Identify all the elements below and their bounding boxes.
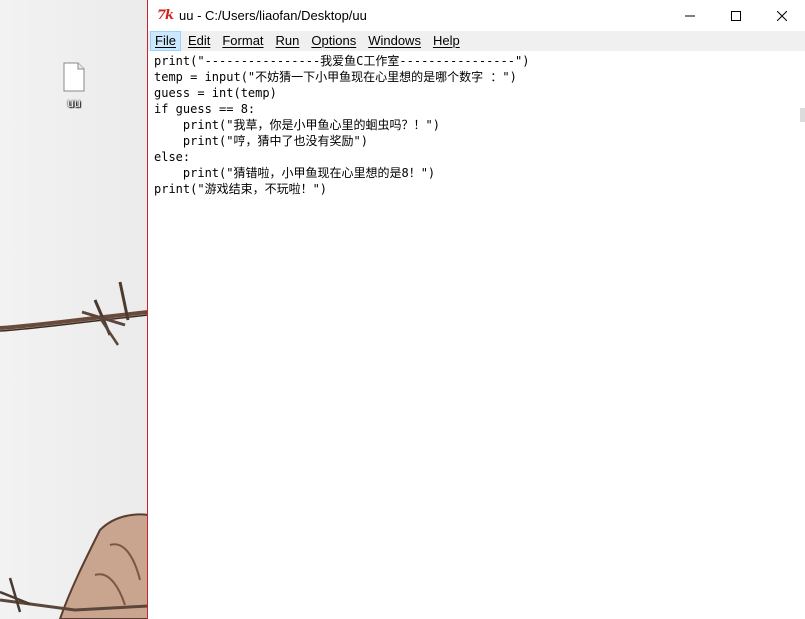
- menu-bar: File Edit Format Run Options Windows Hel…: [148, 31, 805, 51]
- maximize-button[interactable]: [713, 0, 759, 31]
- vertical-scrollbar[interactable]: [800, 108, 805, 122]
- code-line-1[interactable]: print("----------------我爱鱼C工作室----------…: [154, 53, 529, 69]
- code-line-9[interactable]: print("游戏结束，不玩啦！"): [154, 181, 327, 197]
- window-controls: [667, 0, 805, 31]
- menu-help[interactable]: Help: [428, 31, 465, 51]
- menu-edit[interactable]: Edit: [183, 31, 215, 51]
- menu-run[interactable]: Run: [271, 31, 305, 51]
- code-line-2[interactable]: temp = input("不妨猜一下小甲鱼现在心里想的是哪个数字 ："): [154, 69, 517, 85]
- desktop-file-label: uu: [67, 96, 81, 110]
- minimize-icon: [685, 15, 695, 16]
- idle-editor-window: 7k uu - C:/Users/liaofan/Desktop/uu File…: [147, 0, 805, 619]
- text-file-icon: [63, 62, 85, 92]
- maximize-icon: [731, 10, 741, 21]
- code-line-3[interactable]: guess = int(temp): [154, 85, 277, 101]
- code-line-4[interactable]: if guess == 8:: [154, 101, 255, 117]
- close-icon: [777, 10, 787, 21]
- code-editor[interactable]: print("----------------我爱鱼C工作室----------…: [148, 52, 805, 619]
- minimize-button[interactable]: [667, 0, 713, 31]
- code-line-8[interactable]: print("猜错啦，小甲鱼现在心里想的是8！"): [154, 165, 435, 181]
- menu-format[interactable]: Format: [217, 31, 268, 51]
- title-bar[interactable]: 7k uu - C:/Users/liaofan/Desktop/uu: [148, 0, 805, 31]
- code-line-7[interactable]: else:: [154, 149, 190, 165]
- window-title: uu - C:/Users/liaofan/Desktop/uu: [179, 8, 367, 23]
- close-button[interactable]: [759, 0, 805, 31]
- menu-options[interactable]: Options: [306, 31, 361, 51]
- menu-windows[interactable]: Windows: [363, 31, 426, 51]
- code-line-6[interactable]: print("哼，猜中了也没有奖励"): [154, 133, 368, 149]
- desktop-file-uu[interactable]: uu: [52, 62, 96, 111]
- menu-file[interactable]: File: [150, 31, 181, 51]
- tk-feather-icon[interactable]: 7k: [157, 8, 175, 24]
- desktop-background: uu: [0, 0, 148, 619]
- code-line-5[interactable]: print("我草，你是小甲鱼心里的蛔虫吗？！"): [154, 117, 440, 133]
